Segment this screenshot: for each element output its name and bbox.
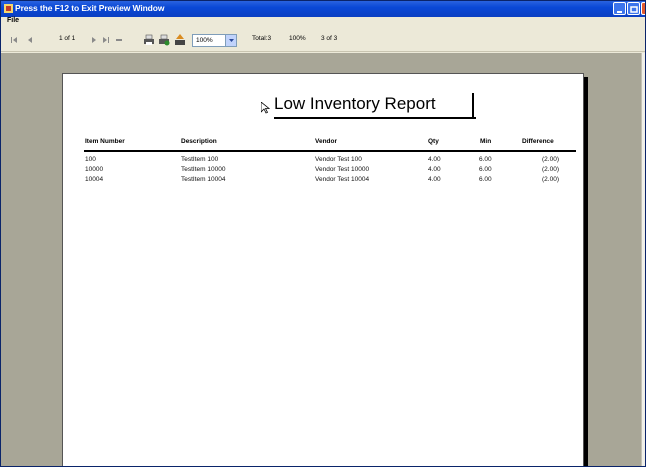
column-header-min: Min (480, 138, 492, 145)
column-header-vendor: Vendor (315, 138, 338, 145)
close-button[interactable] (641, 2, 645, 15)
cell-min: 6.00 (479, 176, 492, 183)
chevron-down-icon[interactable] (225, 35, 236, 46)
prev-page-icon[interactable] (23, 33, 37, 47)
last-page-icon[interactable] (99, 33, 113, 47)
stop-icon[interactable] (112, 33, 126, 47)
maximize-button[interactable] (627, 2, 640, 15)
cell-difference: (2.00) (542, 156, 559, 163)
menu-bar: File (1, 17, 645, 27)
minimize-button[interactable] (613, 2, 626, 15)
cell-description: TestItem 10004 (181, 176, 226, 183)
percent-complete: 100% (289, 35, 306, 42)
column-header-qty: Qty (428, 138, 439, 145)
cell-item-number: 100 (85, 156, 96, 163)
cell-item-number: 10000 (85, 166, 104, 173)
column-header-description: Description (181, 138, 217, 145)
export-icon[interactable] (173, 33, 187, 47)
header-rule (84, 150, 576, 152)
preview-area: Low Inventory Report Item Number Descrip… (1, 53, 645, 466)
cell-qty: 4.00 (428, 176, 441, 183)
first-page-icon[interactable] (7, 33, 21, 47)
total-records: Total:3 (252, 35, 272, 42)
cell-difference: (2.00) (542, 176, 559, 183)
cell-vendor: Vendor Test 100 (315, 156, 362, 163)
zoom-select[interactable]: 100% (192, 34, 237, 47)
app-icon (4, 4, 13, 13)
cell-min: 6.00 (479, 156, 492, 163)
window-title: Press the F12 to Exit Preview Window (15, 3, 165, 13)
print-setup-icon[interactable] (157, 33, 171, 47)
minimize-icon (617, 11, 622, 13)
column-header-difference: Difference (522, 138, 554, 145)
cell-difference: (2.00) (542, 166, 559, 173)
cell-vendor: Vendor Test 10004 (315, 176, 370, 183)
cell-min: 6.00 (479, 166, 492, 173)
vertical-scrollbar[interactable] (641, 53, 645, 466)
cell-item-number: 10004 (85, 176, 104, 183)
report-page: Low Inventory Report Item Number Descrip… (62, 73, 584, 466)
cell-description: TestItem 100 (181, 156, 219, 163)
restore-icon (630, 6, 638, 13)
report-title: Low Inventory Report (274, 94, 436, 113)
cell-description: TestItem 10000 (181, 166, 226, 173)
cell-vendor: Vendor Test 10000 (315, 166, 370, 173)
cell-qty: 4.00 (428, 166, 441, 173)
print-icon[interactable] (142, 33, 156, 47)
mouse-cursor-icon (261, 102, 270, 114)
page-indicator: 1 of 1 (59, 35, 76, 42)
record-progress: 3 of 3 (321, 35, 338, 42)
title-underline (274, 117, 476, 119)
zoom-value: 100% (196, 37, 213, 44)
preview-window: Press the F12 to Exit Preview Window Fil… (0, 0, 646, 467)
column-header-item-number: Item Number (85, 138, 125, 145)
menu-file[interactable]: File (7, 17, 19, 24)
title-bar[interactable]: Press the F12 to Exit Preview Window (1, 1, 645, 17)
cell-qty: 4.00 (428, 156, 441, 163)
title-box-edge (472, 93, 474, 117)
preview-toolbar: 1 of 1 100% Total:3 100% 3 of 3 (1, 28, 645, 52)
